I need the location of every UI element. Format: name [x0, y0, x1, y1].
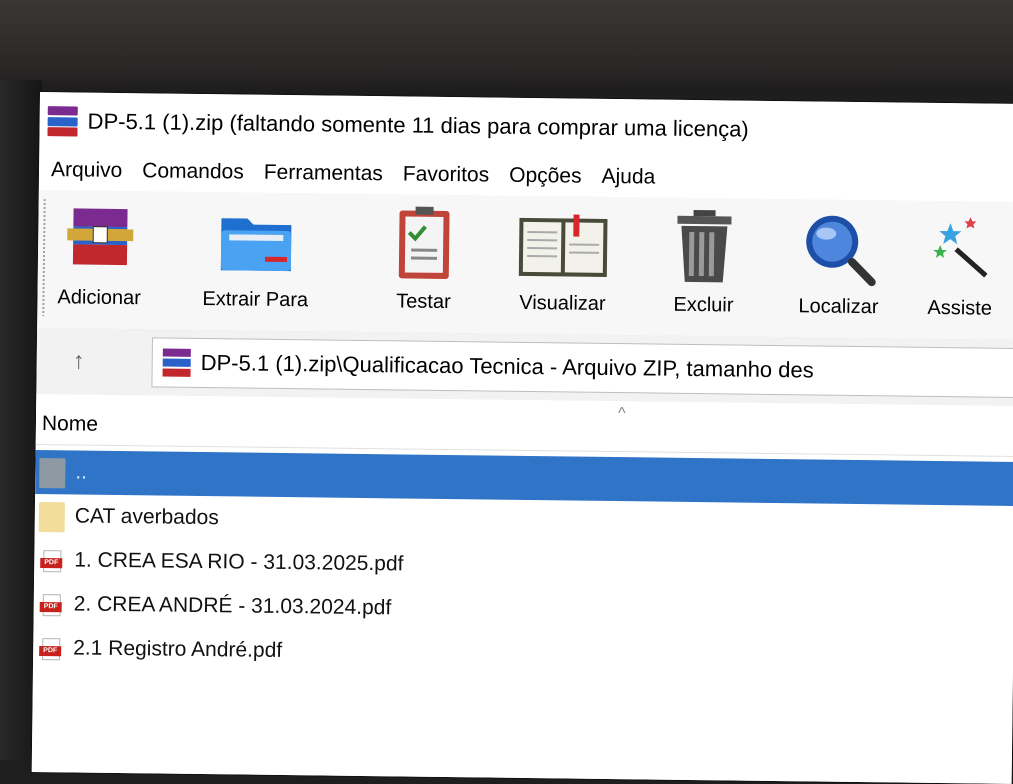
extract-label: Extrair Para [202, 288, 308, 312]
parent-folder-icon [39, 458, 67, 486]
monitor-bezel-top [0, 0, 1013, 95]
view-label: Visualizar [519, 292, 606, 316]
winrar-window: DP-5.1 (1).zip (faltando somente 11 dias… [32, 92, 1013, 784]
winrar-app-icon [47, 106, 77, 136]
delete-label: Excluir [673, 294, 733, 318]
pdf-icon: PDF [37, 634, 65, 662]
toolbar: Adicionar Extrair Para [37, 190, 1013, 341]
find-button[interactable]: Localizar [797, 207, 880, 319]
list-item-label: 1. CREA ESA RIO - 31.03.2025.pdf [74, 548, 403, 576]
list-item-label: 2. CREA ANDRÉ - 31.03.2024.pdf [74, 592, 392, 620]
test-button[interactable]: Testar [382, 202, 465, 314]
view-button[interactable]: Visualizar [512, 204, 613, 316]
menu-opcoes[interactable]: Opções [509, 164, 582, 189]
delete-button[interactable]: Excluir [662, 206, 745, 318]
view-book-icon [513, 204, 614, 287]
trash-icon [663, 206, 746, 289]
wizard-label: Assiste [927, 297, 992, 321]
menu-arquivo[interactable]: Arquivo [51, 158, 122, 183]
find-label: Localizar [798, 295, 878, 319]
magnifier-icon [798, 207, 881, 290]
path-text: DP-5.1 (1).zip\Qualificacao Tecnica - Ar… [201, 350, 814, 383]
add-label: Adicionar [57, 286, 141, 310]
add-button[interactable]: Adicionar [57, 198, 142, 310]
sort-ascending-icon: ^ [618, 405, 626, 423]
list-item-label: CAT averbados [75, 504, 219, 530]
column-name-label: Nome [42, 412, 98, 437]
menu-ferramentas[interactable]: Ferramentas [264, 161, 383, 186]
file-list: ^ Nome .. CAT averbados PDF 1. CREA ESA … [32, 394, 1013, 784]
menu-ajuda[interactable]: Ajuda [601, 165, 655, 190]
toolbar-grip[interactable] [41, 198, 46, 316]
up-arrow-icon: ↑ [73, 347, 85, 375]
archive-icon [163, 349, 191, 377]
list-item-label: 2.1 Registro André.pdf [73, 636, 282, 663]
pdf-icon: PDF [38, 590, 66, 618]
menu-comandos[interactable]: Comandos [142, 159, 244, 184]
menu-favoritos[interactable]: Favoritos [403, 162, 490, 187]
wizard-button[interactable]: Assiste [927, 209, 993, 321]
path-field[interactable]: DP-5.1 (1).zip\Qualificacao Tecnica - Ar… [151, 337, 1013, 398]
extract-folder-icon [214, 200, 297, 283]
add-archive-icon [58, 198, 141, 281]
test-clipboard-icon [383, 202, 466, 285]
wizard-wand-icon [928, 209, 989, 292]
pdf-icon: PDF [38, 546, 66, 574]
up-level-button[interactable]: ↑ [58, 342, 98, 380]
list-item-label: .. [75, 460, 87, 484]
extract-button[interactable]: Extrair Para [202, 200, 309, 312]
folder-icon [39, 502, 67, 530]
column-header-name[interactable]: ^ Nome [36, 394, 1013, 457]
window-title: DP-5.1 (1).zip (faltando somente 11 dias… [87, 109, 748, 143]
test-label: Testar [396, 290, 451, 314]
